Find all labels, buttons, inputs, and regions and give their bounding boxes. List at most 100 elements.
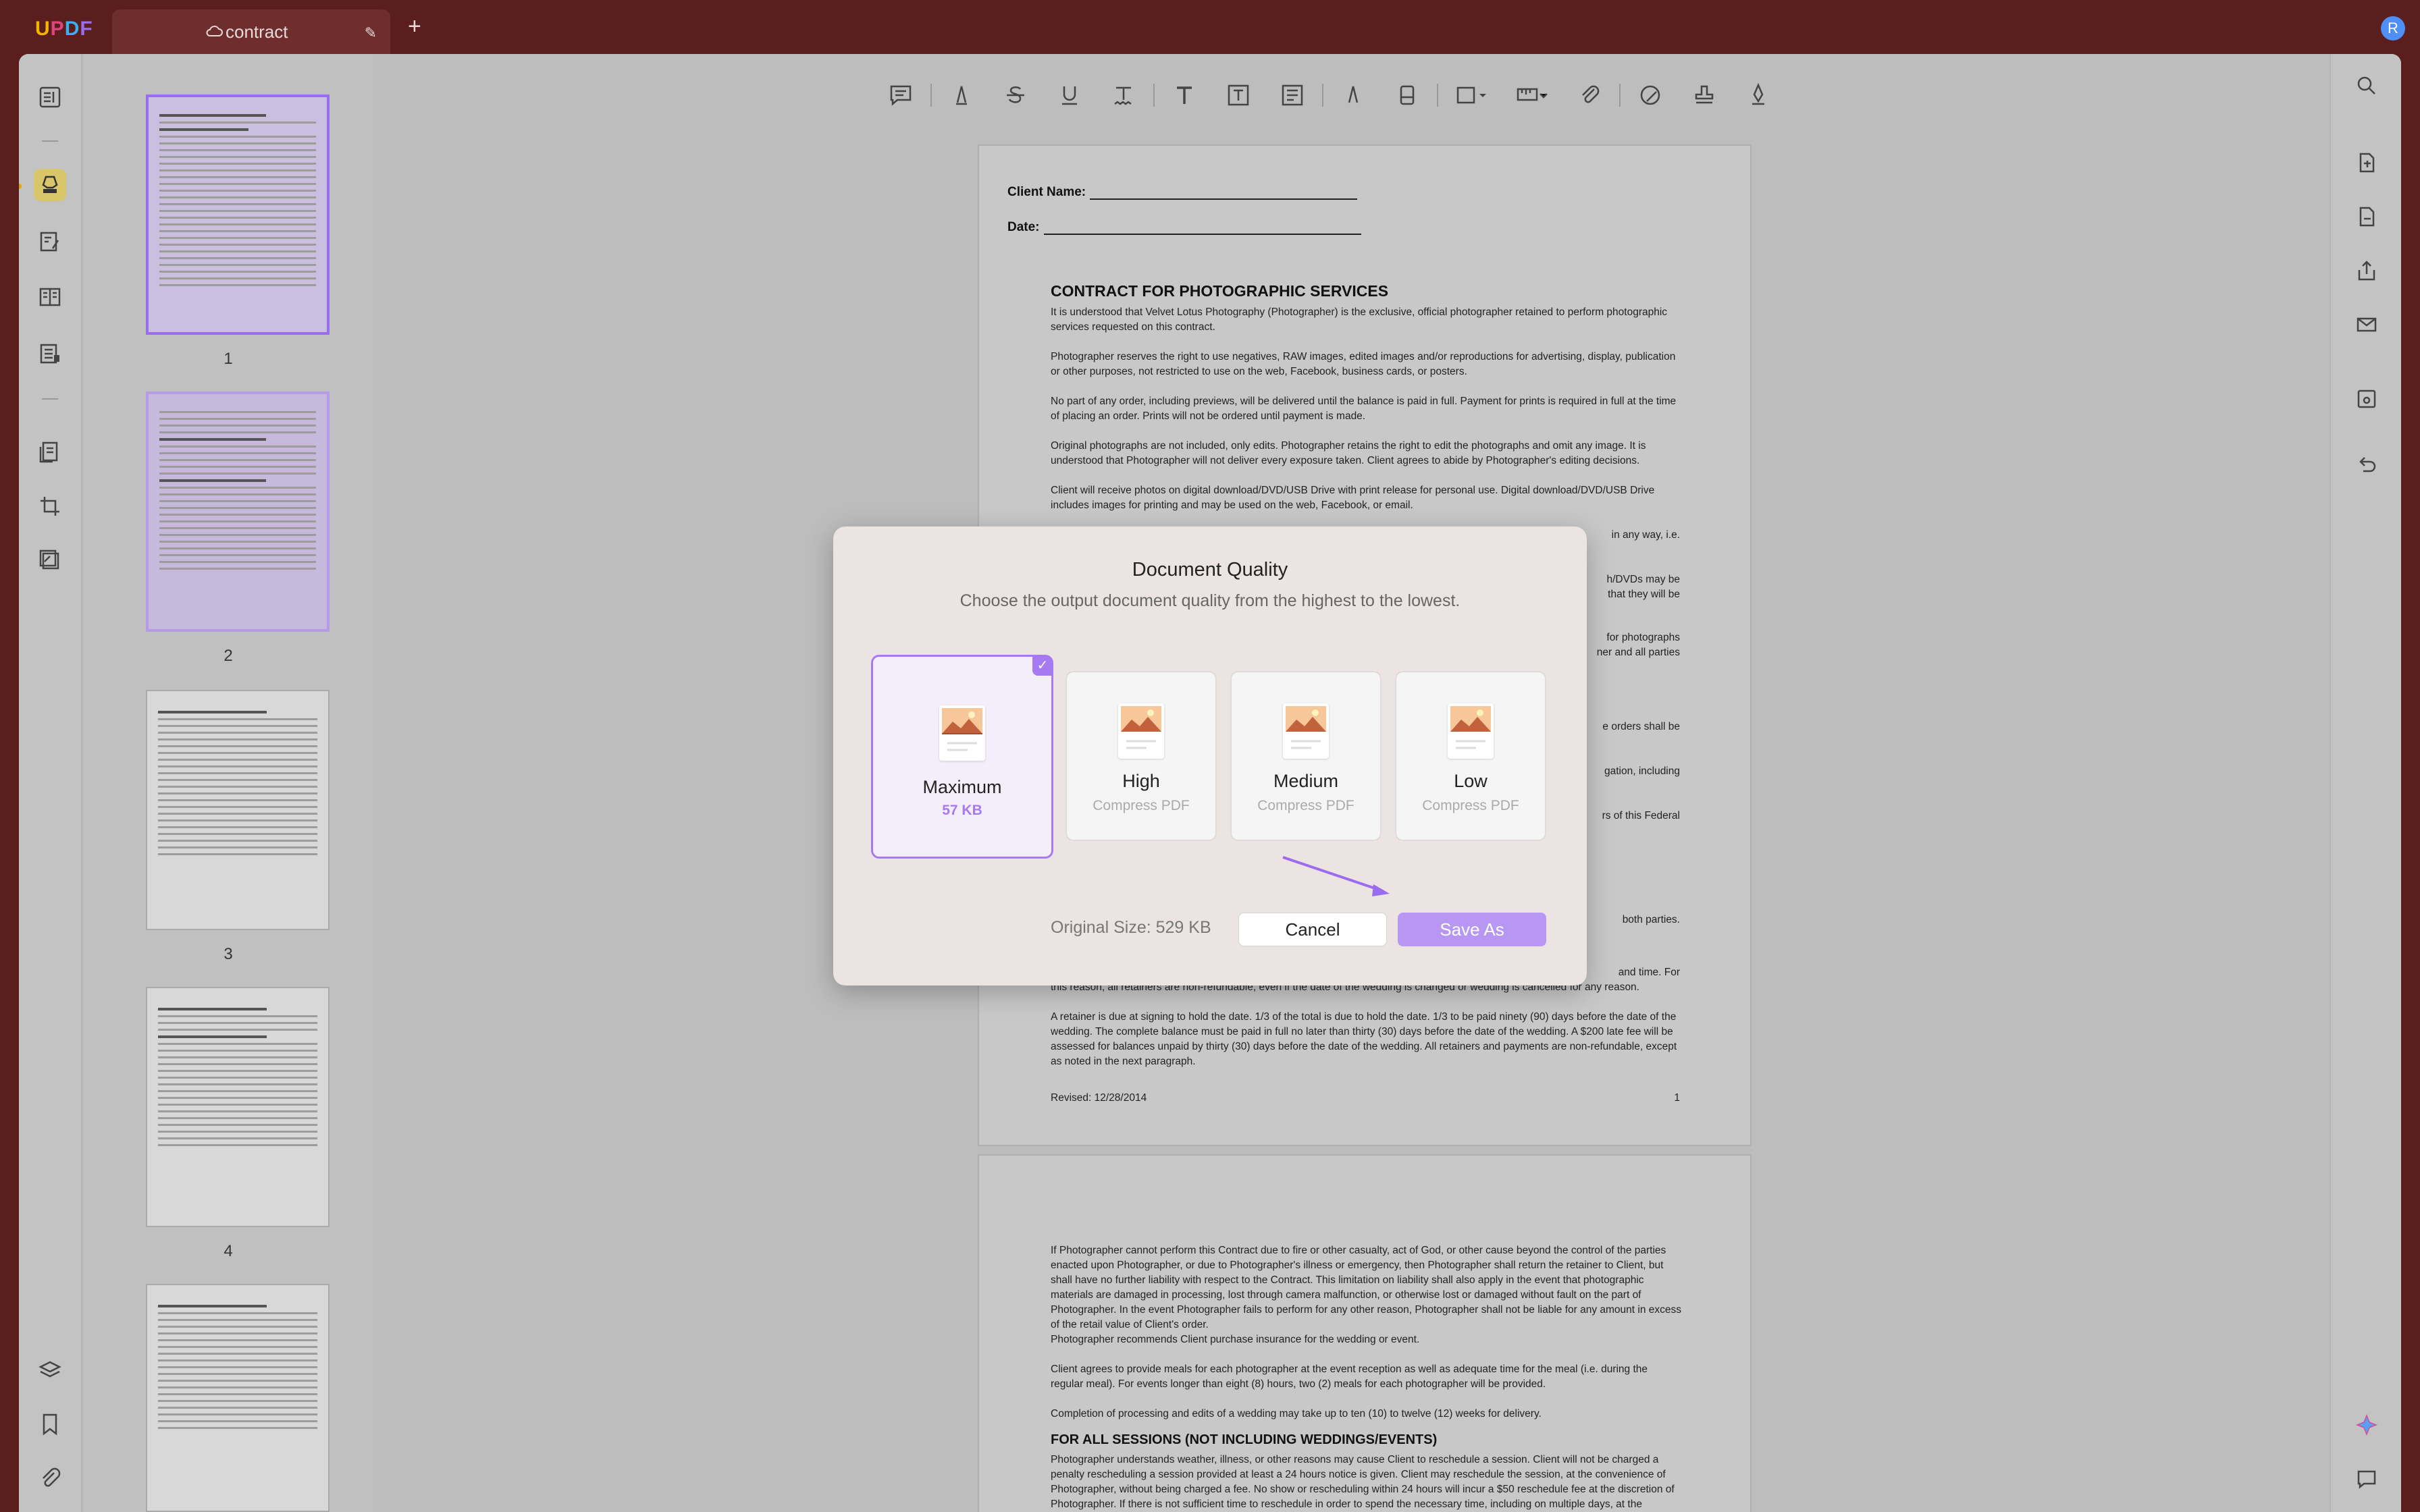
text-fragment: rs of this Federal [1602, 810, 1680, 821]
protect-icon[interactable] [34, 544, 66, 576]
sticker-icon[interactable] [1623, 72, 1677, 119]
revised-date: Revised: 12/28/2014 [1051, 1092, 1147, 1104]
new-tab-button[interactable]: + [408, 14, 421, 40]
paragraph-sessions: Photographer understands weather, illnes… [1051, 1454, 1675, 1510]
pencil-icon[interactable] [1326, 72, 1380, 119]
cancel-button[interactable]: Cancel [1238, 913, 1387, 946]
pdf-page-2: If Photographer cannot perform this Cont… [978, 1154, 1752, 1512]
comment-icon[interactable] [874, 72, 928, 119]
option-size: 57 KB [942, 803, 982, 818]
ai-assistant-icon[interactable] [2352, 1411, 2381, 1439]
option-name: Maximum [922, 777, 1002, 797]
dialog-subtitle: Choose the output document quality from … [959, 591, 1461, 610]
form-tool-icon[interactable] [34, 338, 66, 370]
paragraph-3: No part of any order, including previews… [1051, 396, 1677, 422]
paragraph-retainer: A retainer is due at signing to hold the… [1051, 1011, 1677, 1067]
text-fragment: h/DVDs may be [1606, 574, 1680, 585]
text-fragment: ner and all parties [1596, 647, 1680, 658]
text-callout-icon[interactable] [1265, 72, 1319, 119]
page-thumbnail-1[interactable] [146, 94, 330, 335]
compress-pdf-icon[interactable] [2352, 202, 2381, 231]
sessions-heading: FOR ALL SESSIONS (NOT INCLUDING WEDDINGS… [1051, 1432, 1438, 1447]
left-tool-rail [19, 54, 82, 1512]
email-icon[interactable] [2352, 310, 2381, 339]
image-file-icon [1448, 703, 1494, 759]
image-file-icon [1118, 703, 1164, 759]
paragraph-completion: Completion of processing and edits of a … [1051, 1408, 1542, 1420]
paragraph-insurance: Photographer recommends Client purchase … [1051, 1334, 1420, 1345]
annotation-toolbar [874, 72, 1785, 119]
highlight-icon[interactable] [935, 72, 989, 119]
image-file-icon [1283, 703, 1329, 759]
checkmark-icon: ✓ [1032, 655, 1053, 676]
option-subtitle: Compress PDF [1093, 798, 1190, 813]
text-icon[interactable] [1157, 72, 1211, 119]
measure-icon[interactable] [1502, 72, 1562, 119]
text-fragment: gation, including [1604, 765, 1680, 777]
paragraph-1: It is understood that Velvet Lotus Photo… [1051, 306, 1668, 333]
reader-mode-icon[interactable] [34, 81, 66, 113]
signature-icon[interactable] [1731, 72, 1785, 119]
quality-option-maximum[interactable]: ✓ Maximum 57 KB [871, 655, 1053, 859]
quality-option-high[interactable]: High Compress PDF [1066, 671, 1217, 841]
share-icon[interactable] [2352, 256, 2381, 285]
ocr-icon[interactable] [34, 436, 66, 468]
rename-icon[interactable]: ✎ [365, 24, 377, 42]
page-footer-number: 1 [1674, 1092, 1680, 1104]
layers-icon[interactable] [34, 1354, 66, 1386]
avatar[interactable]: R [2381, 16, 2405, 40]
paragraph-4: Original photographs are not included, o… [1051, 440, 1646, 466]
crop-pages-icon[interactable] [34, 490, 66, 522]
squiggly-icon[interactable] [1097, 72, 1151, 119]
client-name-label: Client Name: [1007, 185, 1086, 199]
comment-tool-icon[interactable] [34, 169, 66, 201]
original-size-label: Original Size: 529 KB [1051, 918, 1211, 937]
undo-icon[interactable] [2352, 451, 2381, 479]
app-logo[interactable]: UPDF [35, 18, 93, 40]
search-icon[interactable] [2352, 72, 2381, 100]
page-thumbnail-3[interactable] [146, 690, 330, 930]
client-name-line [1090, 198, 1357, 200]
date-line [1044, 234, 1361, 235]
text-fragment: e orders shall be [1602, 721, 1680, 732]
option-name: Low [1454, 771, 1488, 791]
paragraph-2: Photographer reserves the right to use n… [1051, 351, 1676, 377]
quality-option-medium[interactable]: Medium Compress PDF [1230, 671, 1382, 841]
attachment-icon[interactable] [34, 1462, 66, 1494]
stamp-icon[interactable] [1677, 72, 1731, 119]
pointer-arrow-icon [1282, 856, 1390, 896]
text-fragment: that they will be [1608, 589, 1680, 600]
save-as-button[interactable]: Save As [1398, 913, 1546, 946]
shape-icon[interactable] [1441, 72, 1502, 119]
text-fragment: both parties. [1622, 914, 1680, 925]
text-fragment: for photographs [1606, 632, 1680, 643]
page-number-2: 2 [223, 647, 233, 665]
page-number-1: 1 [223, 350, 233, 368]
active-indicator [19, 184, 22, 189]
organize-pages-icon[interactable] [34, 281, 66, 313]
page-thumbnail-2[interactable] [146, 392, 330, 632]
eraser-icon[interactable] [1380, 72, 1434, 119]
option-subtitle: Compress PDF [1422, 798, 1519, 813]
option-name: Medium [1273, 771, 1339, 791]
dialog-title: Document Quality [1132, 559, 1288, 580]
document-tab[interactable]: contract ✎ [112, 9, 390, 54]
page-thumbnail-5[interactable] [146, 1284, 330, 1512]
underline-icon[interactable] [1043, 72, 1097, 119]
edit-pdf-icon[interactable] [34, 225, 66, 258]
text-fragment: in any way, i.e. [1611, 529, 1680, 541]
quality-option-low[interactable]: Low Compress PDF [1395, 671, 1546, 841]
convert-pdf-icon[interactable] [2352, 148, 2381, 177]
tab-title: contract [226, 22, 288, 42]
attach-file-icon[interactable] [1562, 72, 1616, 119]
text-fragment: and time. For [1618, 967, 1680, 978]
text-box-icon[interactable] [1211, 72, 1265, 119]
save-icon[interactable] [2352, 385, 2381, 413]
date-label: Date: [1007, 220, 1040, 234]
comments-panel-icon[interactable] [2352, 1465, 2381, 1493]
page-number-3: 3 [223, 945, 233, 963]
bookmark-icon[interactable] [34, 1408, 66, 1440]
title-bar: UPDF contract ✎ + R [0, 0, 2420, 54]
page-thumbnail-4[interactable] [146, 987, 330, 1227]
strikethrough-icon[interactable] [989, 72, 1043, 119]
